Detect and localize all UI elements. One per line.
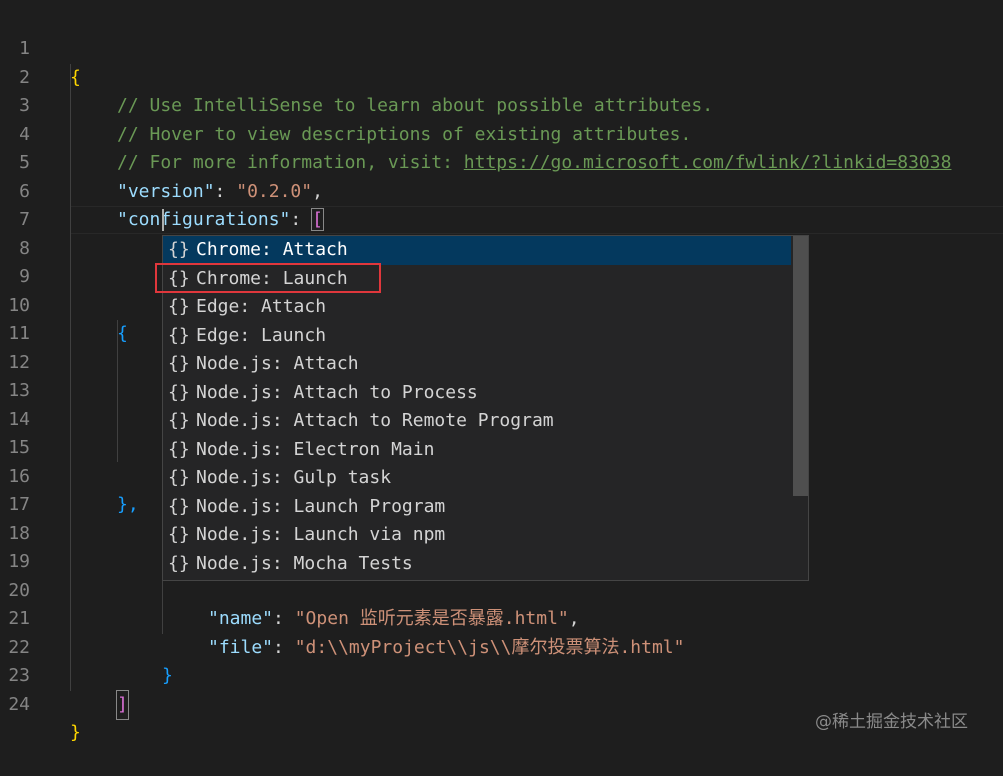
suggestion-item[interactable]: {} Node.js: Launch via npm [163,521,791,550]
braces-snippet-icon: {} [168,410,190,431]
suggestion-item[interactable]: {} Node.js: Attach to Remote Program [163,407,791,436]
colon: : [290,209,313,230]
text-cursor [162,209,164,231]
code-line-10: { [117,323,128,344]
suggestion-label: Edge: Launch [196,324,327,346]
suggestion-item[interactable]: {} Chrome: Attach [163,236,791,265]
suggestion-label: Node.js: Attach [196,353,359,374]
suggestion-label: Node.js: Electron Main [196,438,435,460]
suggestion-item[interactable]: {} Node.js: Attach to Process [163,379,791,408]
suggestion-label: Node.js: Launch Program [196,495,446,517]
suggestion-label: Node.js: Attach to Process [196,381,478,403]
braces-snippet-icon: {} [168,324,190,346]
code-line-16: }, [117,491,139,520]
suggestion-label: Chrome: Attach [196,239,348,260]
suggestion-item[interactable]: {} Edge: Attach [163,293,791,322]
suggestion-label: Node.js: Gulp task [196,467,392,488]
suggestion-item[interactable]: {} Node.js: Gulp task [163,464,791,493]
line-number: 9 [19,266,30,287]
suggestion-scrollbar[interactable] [793,236,808,496]
braces-snippet-icon: {} [168,524,190,545]
suggestion-item[interactable]: {} Node.js: Launch Program [163,493,791,522]
annotation-highlight-box [155,263,381,293]
configurations-key: "configurations" [117,209,291,230]
watermark: @稀土掘金技术社区 [815,712,968,732]
suggestion-item[interactable]: {} Node.js: Attach [163,350,791,379]
suggestion-label: Node.js: Attach to Remote Program [196,410,554,431]
close-brace-comma: }, [117,494,139,515]
braces-snippet-icon: {} [168,296,190,317]
suggestion-label: Edge: Attach [196,296,327,317]
suggestion-item[interactable]: {} Node.js: Electron Main [163,436,791,465]
braces-snippet-icon: {} [168,552,190,574]
braces-snippet-icon: {} [168,353,190,374]
line-number: 13 [8,380,30,401]
suggestion-label: Node.js: Mocha Tests [196,552,413,574]
suggestion-item[interactable]: {} Edge: Launch [163,322,791,351]
braces-snippet-icon: {} [168,495,190,517]
suggestion-label: Node.js: Launch via npm [196,524,446,545]
code-line-24: } [70,722,81,743]
braces-snippet-icon: {} [168,438,190,460]
line-number: 19 [8,551,30,572]
open-bracket-matched: [ [311,208,324,231]
line-number: 15 [8,437,30,458]
braces-snippet-icon: {} [168,467,190,488]
braces-snippet-icon: {} [168,381,190,403]
line-number: 14 [8,408,30,430]
code-line-6: "configurations": [ [117,206,324,235]
braces-snippet-icon: {} [168,239,190,260]
suggestion-item[interactable]: {} Node.js: Mocha Tests [163,550,791,579]
